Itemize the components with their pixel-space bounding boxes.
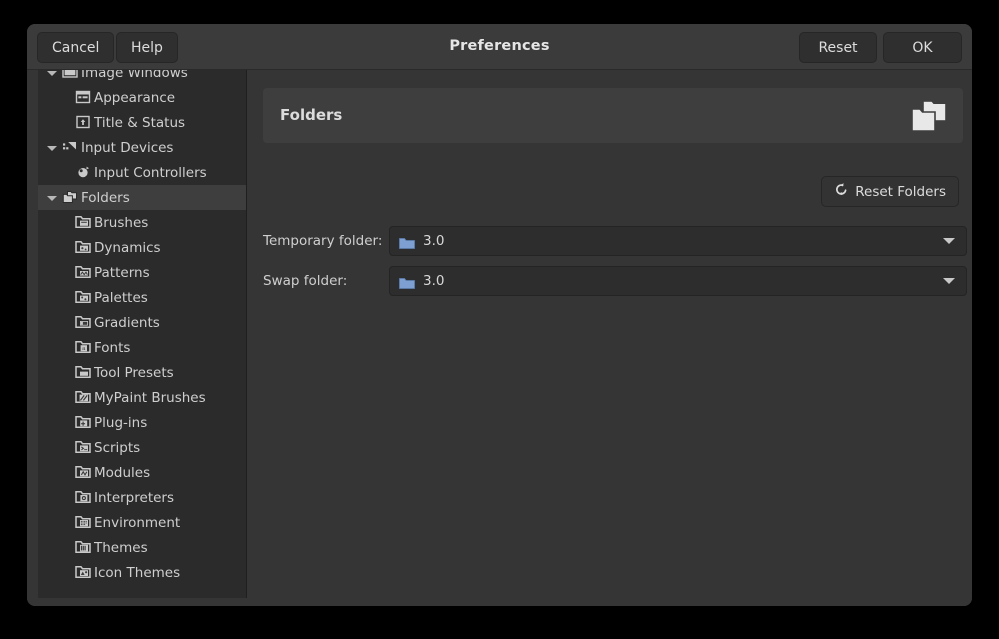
- sidebar-item-label: Icon Themes: [94, 565, 180, 581]
- preferences-tree: Image Windows Appearance Title & Status Inp…: [38, 70, 247, 585]
- sidebar-item-label: Themes: [94, 540, 148, 556]
- temporary-folder-label: Temporary folder:: [263, 233, 389, 249]
- swap-folder-select[interactable]: 3.0: [389, 266, 967, 296]
- folder-themes-icon: [75, 540, 91, 555]
- title-status-icon: [75, 115, 91, 130]
- folder-modules-icon: [75, 465, 91, 480]
- sidebar-item-label: Folders: [81, 190, 130, 206]
- swap-folder-label: Swap folder:: [263, 273, 389, 289]
- chevron-down-icon[interactable]: [46, 141, 60, 155]
- sidebar-item-dynamics[interactable]: Dynamics: [38, 235, 247, 260]
- sidebar-item-label: Plug-ins: [94, 415, 147, 431]
- sidebar-item-label: Gradients: [94, 315, 160, 331]
- input-controllers-icon: [75, 165, 91, 180]
- swap-folder-value: 3.0: [423, 273, 943, 289]
- sidebar-item-label: Brushes: [94, 215, 148, 231]
- sidebar-item-scripts[interactable]: Scripts: [38, 435, 247, 460]
- sidebar-item-plug-ins[interactable]: Plug-ins: [38, 410, 247, 435]
- chevron-down-icon: [943, 238, 955, 244]
- temporary-folder-value: 3.0: [423, 233, 943, 249]
- sidebar-item-label: Patterns: [94, 265, 150, 281]
- preferences-content: Folders Reset Folde: [247, 70, 972, 606]
- sidebar-item-fonts[interactable]: aFonts: [38, 335, 247, 360]
- sidebar-item-label: Dynamics: [94, 240, 161, 256]
- folders-stack-icon: [909, 97, 949, 135]
- sidebar-item-brushes[interactable]: Brushes: [38, 210, 247, 235]
- sidebar-item-environment[interactable]: Environment: [38, 510, 247, 535]
- folder-interpreters-icon: [75, 490, 91, 505]
- sidebar-item-label: MyPaint Brushes: [94, 390, 206, 406]
- folder-icon: [399, 235, 415, 248]
- sidebar-item-themes[interactable]: Themes: [38, 535, 247, 560]
- sidebar-item-tool-presets[interactable]: Tool Presets: [38, 360, 247, 385]
- temporary-folder-row: Temporary folder: 3.0: [263, 226, 967, 256]
- sidebar-item-label: Title & Status: [94, 115, 185, 131]
- sidebar-item-image-windows[interactable]: Image Windows: [38, 70, 247, 85]
- reset-folders-button[interactable]: Reset Folders: [821, 176, 959, 207]
- ok-button[interactable]: OK: [883, 32, 962, 63]
- folder-gradients-icon: [75, 315, 91, 330]
- folder-environment-icon: [75, 515, 91, 530]
- sidebar-item-label: Fonts: [94, 340, 130, 356]
- sidebar-item-label: Appearance: [94, 90, 175, 106]
- sidebar-item-label: Input Devices: [81, 140, 173, 156]
- panel-header: Folders: [263, 88, 963, 143]
- sidebar-item-mypaint-brushes[interactable]: MyPaint Brushes: [38, 385, 247, 410]
- sidebar-item-label: Scripts: [94, 440, 140, 456]
- image-windows-icon: [62, 70, 78, 80]
- chevron-down-icon[interactable]: [46, 191, 60, 205]
- chevron-down-icon: [943, 278, 955, 284]
- reset-button[interactable]: Reset: [799, 32, 877, 63]
- reset-arrow-icon: [834, 182, 849, 201]
- sidebar-item-label: Interpreters: [94, 490, 174, 506]
- sidebar-item-label: Modules: [94, 465, 150, 481]
- panel-title: Folders: [280, 88, 342, 143]
- sidebar-item-patterns[interactable]: Patterns: [38, 260, 247, 285]
- sidebar-item-title-status[interactable]: Title & Status: [38, 110, 247, 135]
- cancel-button[interactable]: Cancel: [37, 32, 114, 63]
- folder-icon: [399, 275, 415, 288]
- folders-icon: [62, 190, 78, 205]
- sidebar-item-input-devices[interactable]: Input Devices: [38, 135, 247, 160]
- folder-scripts-icon: [75, 440, 91, 455]
- sidebar-item-label: Image Windows: [81, 70, 188, 81]
- preferences-sidebar[interactable]: Image Windows Appearance Title & Status Inp…: [38, 70, 247, 598]
- folder-icon-themes-icon: [75, 565, 91, 580]
- folder-patterns-icon: [75, 265, 91, 280]
- sidebar-item-input-controllers[interactable]: Input Controllers: [38, 160, 247, 185]
- folder-brushes-icon: [75, 215, 91, 230]
- sidebar-item-modules[interactable]: Modules: [38, 460, 247, 485]
- dialog-body: Image Windows Appearance Title & Status Inp…: [27, 70, 972, 606]
- reset-folders-label: Reset Folders: [855, 184, 946, 200]
- sidebar-item-label: Input Controllers: [94, 165, 207, 181]
- folder-mypaint-icon: [75, 390, 91, 405]
- input-devices-icon: [62, 140, 78, 155]
- folder-palettes-icon: [75, 290, 91, 305]
- dialog-titlebar: Preferences Cancel Help Reset OK: [27, 24, 972, 70]
- sidebar-item-gradients[interactable]: Gradients: [38, 310, 247, 335]
- sidebar-item-label: Environment: [94, 515, 180, 531]
- folder-plugins-icon: [75, 415, 91, 430]
- folder-fonts-icon: a: [75, 340, 91, 355]
- help-button[interactable]: Help: [116, 32, 178, 63]
- sidebar-item-label: Palettes: [94, 290, 148, 306]
- sidebar-item-folders[interactable]: Folders: [38, 185, 247, 210]
- folder-dynamics-icon: [75, 240, 91, 255]
- sidebar-item-interpreters[interactable]: Interpreters: [38, 485, 247, 510]
- sidebar-item-label: Tool Presets: [94, 365, 174, 381]
- sidebar-item-appearance[interactable]: Appearance: [38, 85, 247, 110]
- sidebar-item-icon-themes[interactable]: Icon Themes: [38, 560, 247, 585]
- sidebar-item-palettes[interactable]: Palettes: [38, 285, 247, 310]
- preferences-dialog: Preferences Cancel Help Reset OK Image W…: [27, 24, 972, 606]
- folder-tool-presets-icon: [75, 365, 91, 380]
- chevron-down-icon[interactable]: [46, 70, 60, 80]
- appearance-icon: [75, 90, 91, 105]
- swap-folder-row: Swap folder: 3.0: [263, 266, 967, 296]
- temporary-folder-select[interactable]: 3.0: [389, 226, 967, 256]
